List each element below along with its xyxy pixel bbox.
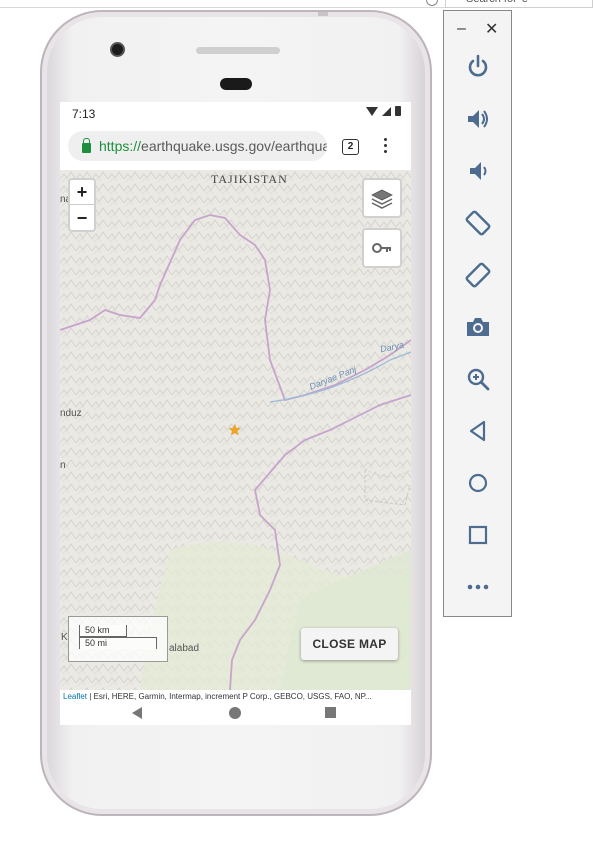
map-attribution: Leaflet | Esri, HERE, Garmin, Intermap, … <box>60 690 411 705</box>
key-icon <box>372 243 391 253</box>
url-scheme: https:// <box>99 138 142 154</box>
status-time: 7:13 <box>72 107 96 121</box>
map-label-tajikistan: TAJIKISTAN <box>211 172 288 186</box>
nav-home-icon[interactable] <box>229 707 241 719</box>
home-icon[interactable] <box>464 469 492 497</box>
proximity-sensor <box>220 78 252 90</box>
status-bar: 7:13 <box>60 102 411 124</box>
url-text: earthquake.usgs.gov/earthquakes <box>141 138 327 154</box>
back-icon[interactable] <box>464 417 492 445</box>
overview-icon[interactable] <box>464 521 492 549</box>
legend-key-button[interactable] <box>362 228 402 268</box>
map-label-fragment-n: n <box>60 460 66 471</box>
signal-icon <box>382 106 391 116</box>
layers-icon <box>371 189 393 209</box>
scale-km: 50 km <box>79 625 127 637</box>
emulator-minimize-button[interactable]: – <box>457 20 466 38</box>
volume-down-icon[interactable] <box>464 157 492 185</box>
battery-icon <box>395 106 401 116</box>
host-search-field[interactable]: Search for 'e' <box>445 0 593 8</box>
zoom-control: + − <box>68 178 96 232</box>
leaflet-link[interactable]: Leaflet <box>63 692 87 701</box>
rotate-left-icon[interactable] <box>464 209 492 237</box>
power-icon[interactable] <box>464 53 492 81</box>
nav-recents-icon[interactable] <box>325 707 336 718</box>
nav-back-icon[interactable] <box>132 707 142 719</box>
layers-button[interactable] <box>362 178 402 218</box>
phone-frame: 7:13 https://earthquake.usgs.gov/earthqu… <box>40 10 432 816</box>
volume-up-icon[interactable] <box>464 105 492 133</box>
status-icons <box>366 106 401 116</box>
zoom-icon[interactable] <box>464 365 492 393</box>
overflow-menu-icon[interactable] <box>382 138 388 156</box>
lock-icon <box>82 138 91 153</box>
camera-icon[interactable] <box>464 313 492 341</box>
phone-side-button <box>318 12 328 16</box>
scale-bar: 50 km 50 mi <box>68 616 168 662</box>
map-label-k: K <box>61 632 68 643</box>
attribution-text: | Esri, HERE, Garmin, Intermap, incremen… <box>87 692 372 701</box>
zoom-in-button[interactable]: + <box>70 180 94 205</box>
earthquake-star-icon[interactable]: ★ <box>228 421 241 439</box>
earpiece-speaker <box>196 47 280 54</box>
desktop: Search for 'e' 7:13 https://earthquake.u… <box>0 0 593 847</box>
emulator-close-button[interactable]: ✕ <box>485 19 498 39</box>
more-icon[interactable] <box>464 573 492 601</box>
android-nav-bar <box>60 705 411 725</box>
zoom-out-button[interactable]: − <box>70 206 94 231</box>
map-label-jalalabad: alabad <box>169 643 200 654</box>
emulator-toolbar: – ✕ <box>443 10 512 617</box>
close-map-button[interactable]: CLOSE MAP <box>301 628 398 660</box>
url-bar[interactable]: https://earthquake.usgs.gov/earthquakes <box>68 131 327 161</box>
front-camera <box>110 42 125 57</box>
browser-toolbar: https://earthquake.usgs.gov/earthquakes … <box>60 124 411 170</box>
wifi-icon <box>366 106 378 116</box>
phone-screen: 7:13 https://earthquake.usgs.gov/earthqu… <box>60 102 411 725</box>
map-view[interactable]: TAJIKISTAN na nduz n alabad K Darya Dary… <box>60 170 411 690</box>
scale-mi: 50 mi <box>79 637 157 649</box>
rotate-right-icon[interactable] <box>464 261 492 289</box>
tab-switcher-button[interactable]: 2 <box>342 139 359 155</box>
map-label-kunduz: nduz <box>60 408 82 419</box>
